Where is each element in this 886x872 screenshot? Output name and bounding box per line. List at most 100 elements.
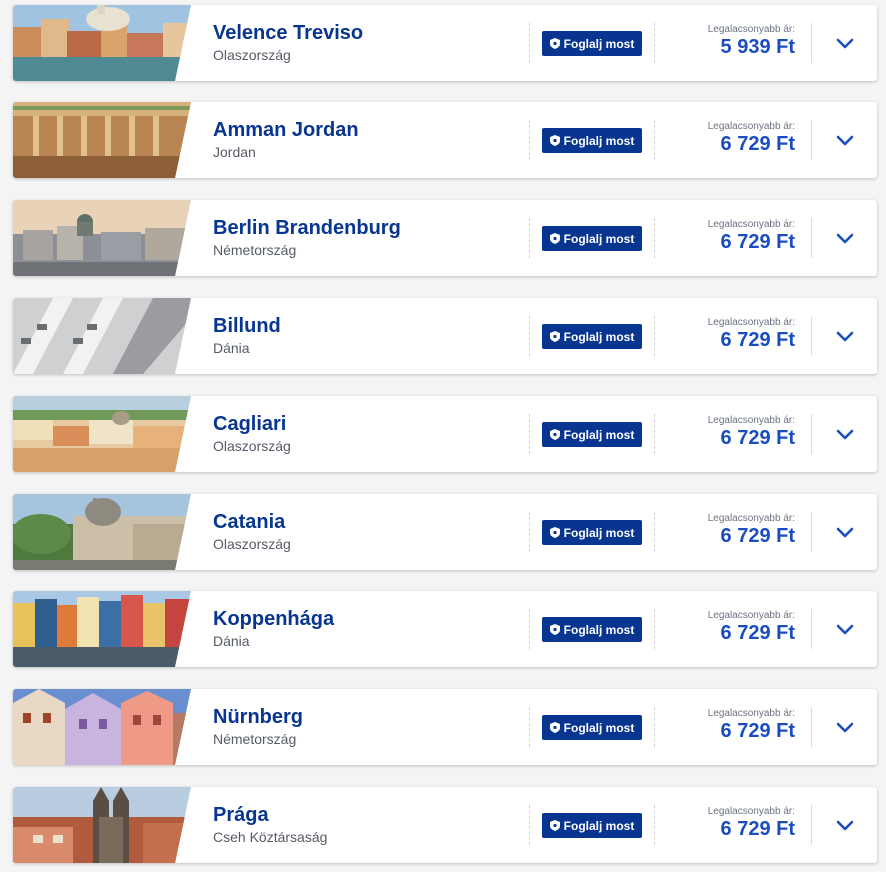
destination-city: Cagliari — [213, 413, 287, 435]
price-label: Legalacsonyabb ár: — [707, 708, 795, 719]
prague-church-photo — [13, 787, 191, 863]
book-now-label: Foglalj most — [563, 133, 635, 148]
destination-card[interactable]: Catania Olaszország Foglalj most Legalac… — [13, 494, 877, 570]
price-label: Legalacsonyabb ár: — [707, 513, 795, 524]
divider — [529, 316, 530, 356]
expand-chevron-icon[interactable] — [833, 617, 857, 641]
price-label: Legalacsonyabb ár: — [707, 24, 795, 35]
destination-country: Németország — [213, 242, 297, 258]
expand-chevron-icon[interactable] — [833, 422, 857, 446]
destination-country: Olaszország — [213, 47, 291, 63]
billund-building-photo — [13, 298, 191, 374]
destination-card[interactable]: Berlin Brandenburg Németország Foglalj m… — [13, 200, 877, 276]
destination-list: Velence Treviso Olaszország Foglalj most… — [0, 0, 886, 872]
berlin-skyline-photo — [13, 200, 191, 276]
book-now-label: Foglalj most — [563, 36, 635, 51]
divider — [654, 512, 655, 552]
book-now-label: Foglalj most — [563, 231, 635, 246]
nuremberg-houses-photo — [13, 689, 191, 765]
book-now-label: Foglalj most — [563, 818, 635, 833]
book-now-button[interactable]: Foglalj most — [542, 715, 642, 740]
price-label: Legalacsonyabb ár: — [707, 317, 795, 328]
cagliari-city-photo — [13, 396, 191, 472]
destination-card[interactable]: Koppenhága Dánia Foglalj most Legalacson… — [13, 591, 877, 667]
book-now-button[interactable]: Foglalj most — [542, 31, 642, 56]
destination-city: Koppenhága — [213, 608, 335, 630]
divider — [811, 707, 812, 747]
destination-card[interactable]: Amman Jordan Jordan Foglalj most Legalac… — [13, 102, 877, 178]
price-value: 6 729 Ft — [720, 525, 795, 547]
price-value: 6 729 Ft — [720, 720, 795, 742]
divider — [529, 609, 530, 649]
price-value: 6 729 Ft — [720, 133, 795, 155]
book-now-button[interactable]: Foglalj most — [542, 226, 642, 251]
shield-icon — [549, 820, 560, 831]
expand-chevron-icon[interactable] — [833, 324, 857, 348]
divider — [654, 218, 655, 258]
expand-chevron-icon[interactable] — [833, 31, 857, 55]
destination-card[interactable]: Cagliari Olaszország Foglalj most Legala… — [13, 396, 877, 472]
destination-city: Amman Jordan — [213, 119, 359, 141]
destination-city: Berlin Brandenburg — [213, 217, 401, 239]
divider — [654, 707, 655, 747]
book-now-label: Foglalj most — [563, 427, 635, 442]
book-now-button[interactable]: Foglalj most — [542, 324, 642, 349]
shield-icon — [549, 331, 560, 342]
venice-canal-photo — [13, 5, 191, 81]
book-now-label: Foglalj most — [563, 720, 635, 735]
divider — [654, 23, 655, 63]
divider — [529, 805, 530, 845]
destination-card[interactable]: Velence Treviso Olaszország Foglalj most… — [13, 5, 877, 81]
destination-country: Cseh Köztársaság — [213, 829, 328, 845]
price-value: 6 729 Ft — [720, 231, 795, 253]
divider — [654, 609, 655, 649]
price-label: Legalacsonyabb ár: — [707, 219, 795, 230]
destination-city: Velence Treviso — [213, 22, 364, 44]
divider — [811, 316, 812, 356]
price-label: Legalacsonyabb ár: — [707, 121, 795, 132]
book-now-button[interactable]: Foglalj most — [542, 813, 642, 838]
destination-country: Dánia — [213, 633, 250, 649]
price-value: 5 939 Ft — [720, 36, 795, 58]
book-now-button[interactable]: Foglalj most — [542, 422, 642, 447]
amman-ruins-photo — [13, 102, 191, 178]
book-now-label: Foglalj most — [563, 622, 635, 637]
destination-city: Catania — [213, 511, 286, 533]
expand-chevron-icon[interactable] — [833, 813, 857, 837]
price-label: Legalacsonyabb ár: — [707, 806, 795, 817]
destination-card[interactable]: Billund Dánia Foglalj most Legalacsonyab… — [13, 298, 877, 374]
price-value: 6 729 Ft — [720, 818, 795, 840]
price-value: 6 729 Ft — [720, 329, 795, 351]
shield-icon — [549, 38, 560, 49]
book-now-label: Foglalj most — [563, 329, 635, 344]
shield-icon — [549, 722, 560, 733]
shield-icon — [549, 527, 560, 538]
shield-icon — [549, 624, 560, 635]
divider — [811, 805, 812, 845]
divider — [811, 120, 812, 160]
divider — [529, 120, 530, 160]
divider — [529, 414, 530, 454]
destination-country: Olaszország — [213, 438, 291, 454]
expand-chevron-icon[interactable] — [833, 128, 857, 152]
divider — [811, 414, 812, 454]
divider — [811, 23, 812, 63]
divider — [654, 805, 655, 845]
destination-card[interactable]: Nürnberg Németország Foglalj most Legala… — [13, 689, 877, 765]
expand-chevron-icon[interactable] — [833, 226, 857, 250]
divider — [811, 609, 812, 649]
divider — [529, 23, 530, 63]
book-now-button[interactable]: Foglalj most — [542, 617, 642, 642]
destination-city: Prága — [213, 804, 269, 826]
divider — [529, 218, 530, 258]
price-label: Legalacsonyabb ár: — [707, 610, 795, 621]
divider — [811, 512, 812, 552]
book-now-button[interactable]: Foglalj most — [542, 520, 642, 545]
expand-chevron-icon[interactable] — [833, 715, 857, 739]
destination-card[interactable]: Prága Cseh Köztársaság Foglalj most Lega… — [13, 787, 877, 863]
expand-chevron-icon[interactable] — [833, 520, 857, 544]
price-label: Legalacsonyabb ár: — [707, 415, 795, 426]
shield-icon — [549, 135, 560, 146]
shield-icon — [549, 233, 560, 244]
book-now-button[interactable]: Foglalj most — [542, 128, 642, 153]
